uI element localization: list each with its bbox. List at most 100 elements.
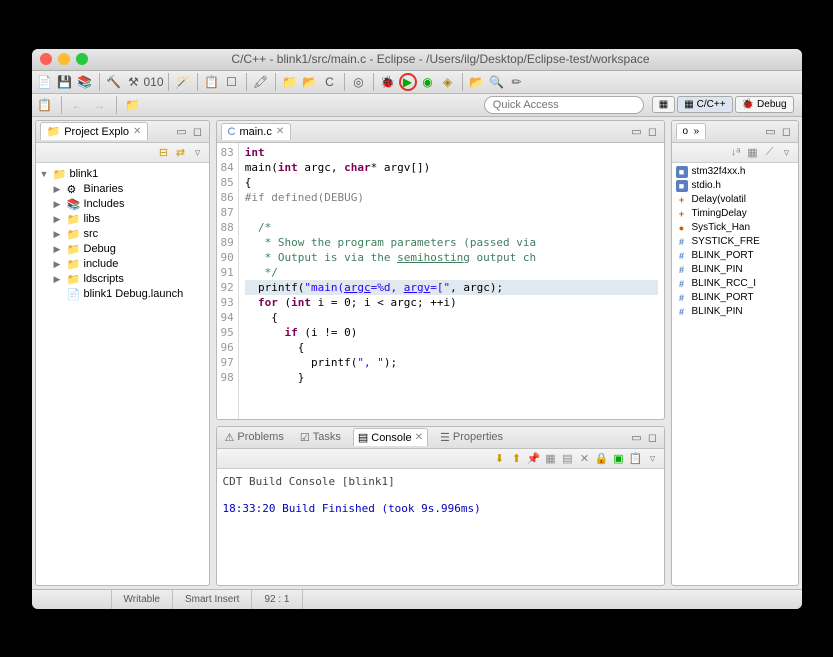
menu-icon[interactable]: ▿ xyxy=(191,145,205,159)
status-spacer xyxy=(32,590,112,609)
display-icon[interactable]: ▣ xyxy=(612,451,626,465)
cpp-perspective-button[interactable]: ▦C/C++ xyxy=(677,96,732,113)
back-icon[interactable]: ← xyxy=(69,96,87,114)
filter-icon[interactable]: 📋 xyxy=(203,73,221,91)
home-icon[interactable]: 📁 xyxy=(124,96,142,114)
minimize-icon[interactable]: ▭ xyxy=(630,430,644,444)
project-tree[interactable]: ▼📁blink1▶⚙Binaries▶📚Includes▶📁libs▶📁src▶… xyxy=(36,163,209,585)
nav-icon[interactable]: 📋 xyxy=(36,96,54,114)
close-icon[interactable] xyxy=(40,53,52,65)
outline-item[interactable]: #BLINK_RCC_I xyxy=(674,277,796,291)
close-icon[interactable]: ✕ xyxy=(133,126,141,137)
console-opt-icon[interactable]: ▦ xyxy=(544,451,558,465)
outline-item[interactable]: #BLINK_PORT xyxy=(674,249,796,263)
profile-icon[interactable]: ◉ xyxy=(419,73,437,91)
run-icon[interactable]: ▶ xyxy=(399,73,417,91)
tree-item[interactable]: ▶📁src xyxy=(40,227,205,242)
properties-tab[interactable]: ☰Properties xyxy=(436,429,507,446)
outline-item[interactable]: +TimingDelay xyxy=(674,207,796,221)
c-file-icon[interactable]: C xyxy=(321,73,339,91)
tasks-tab[interactable]: ☑Tasks xyxy=(296,429,345,446)
debug-perspective-button[interactable]: 🐞Debug xyxy=(735,96,794,113)
outline-item[interactable]: +Delay(volatil xyxy=(674,193,796,207)
console-label: CDT Build Console [blink1] xyxy=(223,475,658,488)
traffic-lights xyxy=(40,53,88,65)
console-message: 18:33:20 Build Finished (took 9s.996ms) xyxy=(223,502,658,515)
outline-list[interactable]: ■stm32f4xx.h■stdio.h+Delay(volatil+Timin… xyxy=(672,163,798,585)
external-icon[interactable]: ◈ xyxy=(439,73,457,91)
tree-item[interactable]: ▶📁include xyxy=(40,257,205,272)
task-icon[interactable]: ☐ xyxy=(223,73,241,91)
outline-item[interactable]: #BLINK_PIN xyxy=(674,305,796,319)
main-toolbar: 📄 💾 📚 🔨 ⚒ 010 🪄 📋 ☐ 🖍 📁 📂 C ◎ 🐞 ▶ ◉ ◈ 📂 … xyxy=(32,71,802,94)
collapse-icon[interactable]: ⊟ xyxy=(157,145,171,159)
tree-item[interactable]: ▶📁libs xyxy=(40,212,205,227)
open-console-icon[interactable]: 📋 xyxy=(629,451,643,465)
open-perspective-button[interactable]: ▦ xyxy=(652,96,675,113)
hide-icon[interactable]: ⟋ xyxy=(763,145,777,159)
forward-icon[interactable]: → xyxy=(91,96,109,114)
outline-item[interactable]: #BLINK_PIN xyxy=(674,263,796,277)
problems-tab[interactable]: ⚠Problems xyxy=(221,429,288,446)
outline-tab[interactable]: o » xyxy=(676,123,707,139)
wand-icon[interactable]: 🪄 xyxy=(174,73,192,91)
status-bar: Writable Smart Insert 92 : 1 xyxy=(32,589,802,609)
save-all-icon[interactable]: 📚 xyxy=(76,73,94,91)
build-all-icon[interactable]: ⚒ xyxy=(125,73,143,91)
tree-item[interactable]: ▶📚Includes xyxy=(40,197,205,212)
tree-item[interactable]: ▶📁Debug xyxy=(40,242,205,257)
console-opt2-icon[interactable]: ▤ xyxy=(561,451,575,465)
quick-access-input[interactable] xyxy=(484,96,644,114)
outline-item[interactable]: #SYSTICK_FRE xyxy=(674,235,796,249)
menu-icon[interactable]: ▿ xyxy=(780,145,794,159)
tree-item[interactable]: 📄blink1 Debug.launch xyxy=(40,287,205,302)
clear-icon[interactable]: ✕ xyxy=(578,451,592,465)
save-icon[interactable]: 💾 xyxy=(56,73,74,91)
build-icon[interactable]: 🔨 xyxy=(105,73,123,91)
maximize-icon[interactable]: ◻ xyxy=(780,124,794,138)
minimize-icon[interactable]: ▭ xyxy=(630,124,644,138)
tree-item[interactable]: ▼📁blink1 xyxy=(40,167,205,182)
binary-icon[interactable]: 010 xyxy=(145,73,163,91)
editor-panel: Cmain.c ✕ ▭ ◻ 83848586878889909192939495… xyxy=(216,120,665,420)
minimize-icon[interactable]: ▭ xyxy=(175,124,189,138)
console-output[interactable]: CDT Build Console [blink1] 18:33:20 Buil… xyxy=(217,469,664,585)
search-icon[interactable]: 🔍 xyxy=(488,73,506,91)
sort-icon[interactable]: ↓ᵃ xyxy=(729,145,743,159)
close-icon[interactable]: ✕ xyxy=(415,432,423,443)
editor-tab[interactable]: Cmain.c ✕ xyxy=(221,123,292,140)
open-icon[interactable]: 📂 xyxy=(468,73,486,91)
tree-item[interactable]: ▶⚙Binaries xyxy=(40,182,205,197)
debug-icon[interactable]: 🐞 xyxy=(379,73,397,91)
folder2-icon[interactable]: 📂 xyxy=(301,73,319,91)
edit-icon[interactable]: ✏ xyxy=(508,73,526,91)
menu-icon[interactable]: ▿ xyxy=(646,451,660,465)
filter-icon[interactable]: ▦ xyxy=(746,145,760,159)
code-editor[interactable]: 83848586878889909192939495969798 intmain… xyxy=(217,143,664,419)
maximize-icon[interactable]: ◻ xyxy=(646,430,660,444)
maximize-icon[interactable]: ◻ xyxy=(191,124,205,138)
down-icon[interactable]: ⬇ xyxy=(493,451,507,465)
project-explorer-tab[interactable]: 📁Project Explo ✕ xyxy=(40,122,149,140)
outline-item[interactable]: #BLINK_PORT xyxy=(674,291,796,305)
maximize-icon[interactable]: ◻ xyxy=(646,124,660,138)
outline-item[interactable]: ■stm32f4xx.h xyxy=(674,165,796,179)
lock-icon[interactable]: 🔒 xyxy=(595,451,609,465)
bottom-panel: ⚠Problems ☑Tasks ▤Console✕ ☰Properties ▭… xyxy=(216,426,665,586)
marker-icon[interactable]: 🖍 xyxy=(252,73,270,91)
link-icon[interactable]: ⇄ xyxy=(174,145,188,159)
console-tab[interactable]: ▤Console✕ xyxy=(353,428,428,446)
pin-icon[interactable]: 📌 xyxy=(527,451,541,465)
folder-icon[interactable]: 📁 xyxy=(281,73,299,91)
zoom-icon[interactable] xyxy=(76,53,88,65)
up-icon[interactable]: ⬆ xyxy=(510,451,524,465)
target-icon[interactable]: ◎ xyxy=(350,73,368,91)
eclipse-window: C/C++ - blink1/src/main.c - Eclipse - /U… xyxy=(32,49,802,609)
outline-item[interactable]: ●SysTick_Han xyxy=(674,221,796,235)
minimize-icon[interactable]: ▭ xyxy=(764,124,778,138)
tree-item[interactable]: ▶📁ldscripts xyxy=(40,272,205,287)
close-icon[interactable]: ✕ xyxy=(276,126,284,137)
new-icon[interactable]: 📄 xyxy=(36,73,54,91)
minimize-icon[interactable] xyxy=(58,53,70,65)
outline-item[interactable]: ■stdio.h xyxy=(674,179,796,193)
